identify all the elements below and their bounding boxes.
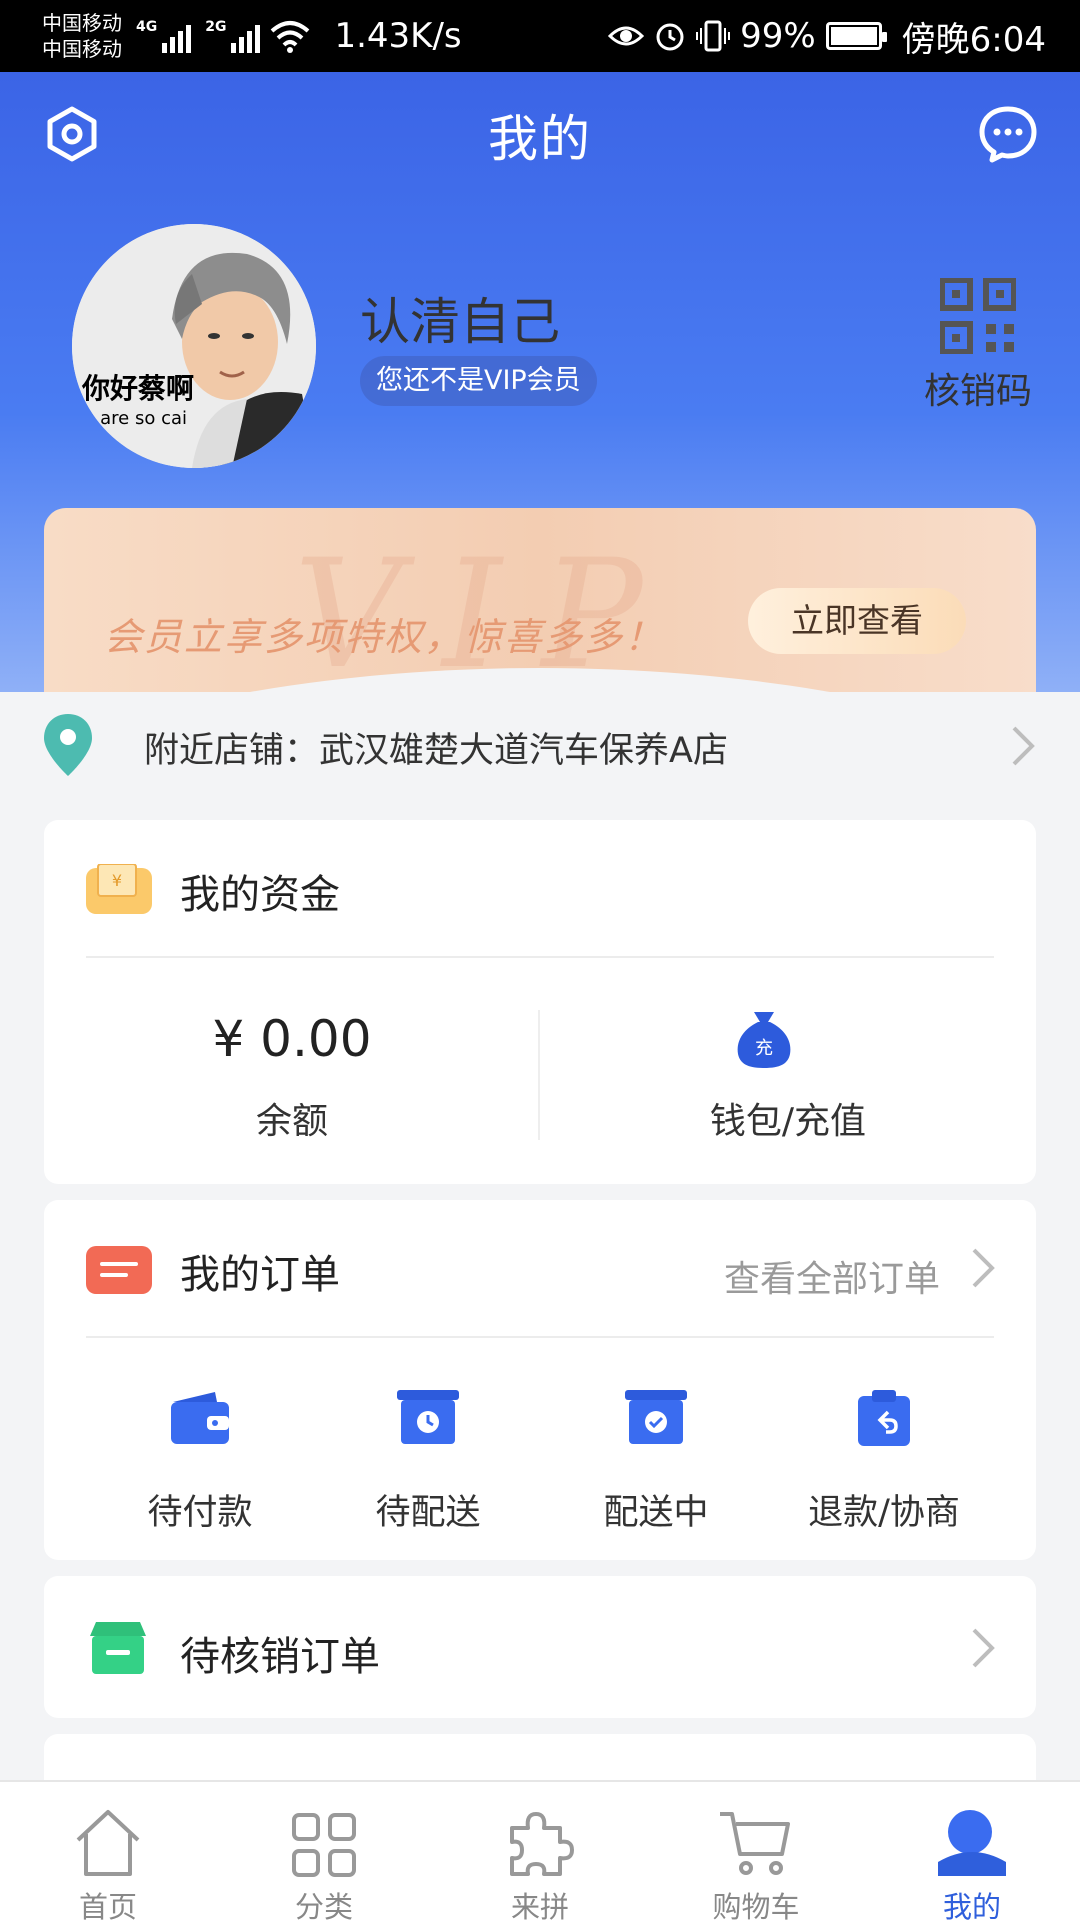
my-funds-title: 我的资金 (180, 872, 340, 918)
avatar[interactable]: 你好蔡啊 ou are so cai (72, 224, 316, 468)
carrier-names: 中国移动 中国移动 (42, 10, 122, 62)
nav-group-buy-label: 来拼 (510, 1890, 569, 1920)
vip-banner[interactable]: VIP 会员立享多项特权，惊喜多多！ 立即查看 (44, 508, 1036, 692)
nav-home-label: 首页 (78, 1890, 137, 1920)
balance-value[interactable]: ¥ 0.00 (44, 1010, 540, 1068)
box-clock-icon (397, 1390, 459, 1444)
location-pin-icon (44, 714, 92, 776)
nearby-store-label: 附近店铺：武汉雄楚大道汽车保养A店 (144, 731, 728, 771)
message-button[interactable] (976, 102, 1040, 166)
order-item-label: 退款/协商 (808, 1493, 960, 1533)
vip-banner-text: 会员立享多项特权，惊喜多多！ (104, 615, 665, 659)
clock: 傍晚6:04 (901, 19, 1046, 60)
battery-icon (825, 22, 887, 50)
settings-button[interactable] (40, 102, 104, 166)
nav-cart[interactable]: 购物车 (648, 1782, 864, 1920)
svg-text:充: 充 (755, 1038, 773, 1059)
wifi-icon (271, 21, 310, 53)
vibrate-icon (696, 20, 731, 52)
cart-icon (720, 1812, 790, 1875)
network-speed: 1.43K/s (334, 16, 462, 56)
view-all-orders-link[interactable]: 查看全部订单 (724, 1250, 940, 1302)
signal-1-icon: 4G (136, 19, 192, 53)
order-item-label: 待付款 (147, 1493, 253, 1533)
vip-status-badge[interactable]: 您还不是VIP会员 (360, 356, 597, 406)
carrier-1: 中国移动 (42, 11, 122, 35)
nav-category-label: 分类 (294, 1890, 353, 1920)
page-title: 我的 (488, 110, 592, 168)
home-icon (76, 1810, 140, 1876)
chevron-right-icon (972, 1628, 995, 1668)
store-icon (90, 1622, 146, 1674)
order-item-label: 待配送 (375, 1493, 481, 1533)
order-in-delivery[interactable]: 配送中 (542, 1388, 770, 1535)
chat-bubble-icon (979, 106, 1037, 163)
nav-group-buy[interactable]: 来拼 (432, 1782, 648, 1920)
wallet-recharge-button[interactable]: 充 (734, 1006, 794, 1074)
nearby-store-row[interactable]: 附近店铺：武汉雄楚大道汽车保养A店 (0, 700, 1080, 790)
alarm-icon (656, 23, 684, 51)
nav-mine-label: 我的 (942, 1890, 1001, 1920)
nav-category[interactable]: 分类 (216, 1782, 432, 1920)
balance-label: 余额 (255, 1101, 328, 1142)
status-bar: 中国移动 中国移动 4G 2G 1.43K/s 99% 傍晚6:04 (0, 0, 1080, 72)
avatar-caption: 你好蔡啊 (82, 372, 195, 405)
verify-code-button[interactable]: 核销码 (918, 278, 1038, 414)
puzzle-icon (510, 1812, 574, 1876)
nav-home[interactable]: 首页 (0, 1782, 216, 1920)
nav-mine[interactable]: 我的 (864, 1782, 1080, 1920)
order-pending-payment[interactable]: 待付款 (86, 1388, 314, 1535)
username: 认清自己 (360, 293, 560, 351)
qr-code-icon (940, 278, 1016, 354)
order-refund[interactable]: 退款/协商 (770, 1388, 998, 1535)
battery-percent: 99% (740, 16, 816, 56)
chevron-right-icon (1012, 726, 1035, 766)
my-funds-card: ¥ 我的资金 ¥ 0.00 余额 充 钱包/充值 (44, 820, 1036, 1184)
nav-cart-label: 购物车 (712, 1890, 800, 1920)
my-orders-card: 我的订单 查看全部订单 待付款 待配送 配送中 退款/协商 (44, 1200, 1036, 1560)
view-now-button[interactable]: 立即查看 (748, 588, 966, 654)
money-icon: ¥ (86, 864, 152, 914)
clipboard-return-icon (858, 1390, 910, 1446)
bottom-nav: 首页 分类 来拼 购物车 我的 (0, 1780, 1080, 1920)
pending-verify-orders-title: 待核销订单 (180, 1634, 380, 1680)
svg-text:¥: ¥ (112, 871, 122, 890)
box-check-icon (625, 1390, 687, 1444)
verify-code-label: 核销码 (923, 371, 1032, 412)
user-icon (938, 1810, 1006, 1876)
avatar-photo (72, 224, 316, 468)
chevron-right-icon[interactable] (970, 1246, 998, 1290)
order-list-icon (86, 1246, 152, 1294)
avatar-subcaption: ou are so cai (72, 408, 188, 429)
settings-hexagon-icon (47, 106, 97, 162)
order-pending-delivery[interactable]: 待配送 (314, 1388, 542, 1535)
carrier-2: 中国移动 (42, 37, 122, 61)
my-orders-title: 我的订单 (180, 1252, 340, 1298)
profile-header: 我的 你好蔡啊 ou are so cai 认清自己 您还不是VIP会员 核销码… (0, 72, 1080, 692)
signal-2-icon: 2G (205, 19, 261, 53)
eye-icon (608, 26, 645, 46)
order-item-label: 配送中 (603, 1493, 709, 1533)
wallet-recharge-label[interactable]: 钱包/充值 (540, 1092, 1036, 1144)
money-bag-icon: 充 (737, 1012, 791, 1068)
wallet-icon (171, 1392, 229, 1444)
grid-icon (292, 1813, 356, 1877)
pending-verify-orders-row[interactable]: 待核销订单 (44, 1576, 1036, 1718)
